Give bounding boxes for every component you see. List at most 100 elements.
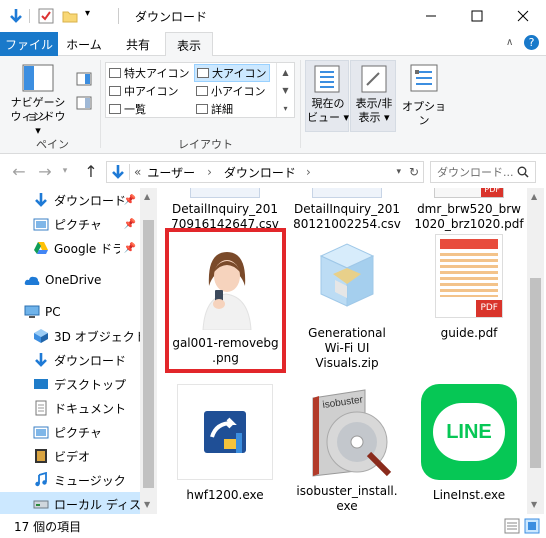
- show-hide-button[interactable]: 表示/非 表示 ▾: [350, 60, 396, 132]
- layout-group-label: レイアウト: [178, 138, 233, 151]
- quick-access-down-arrow-icon[interactable]: [8, 7, 24, 25]
- details-pane-icon[interactable]: [76, 96, 92, 110]
- scroll-up-icon[interactable]: ▲: [531, 192, 537, 201]
- back-button[interactable]: ←: [8, 160, 30, 182]
- documents-icon: [35, 400, 47, 416]
- file-name: gal001-removebg .png: [172, 336, 279, 365]
- properties-check-icon[interactable]: [38, 8, 54, 24]
- layout-list[interactable]: 一覧: [107, 100, 193, 118]
- onedrive-cloud-icon: [24, 276, 40, 285]
- file-item-isobuster-exe[interactable]: isobuster isobuster_install. exe: [287, 384, 407, 514]
- close-button[interactable]: [500, 0, 546, 32]
- layout-details[interactable]: 詳細: [194, 100, 270, 118]
- nav-item-label: ビデオ: [54, 449, 91, 464]
- file-item-png-highlighted[interactable]: gal001-removebg .png: [165, 228, 286, 373]
- nav-item-onedrive[interactable]: OneDrive: [0, 268, 140, 292]
- maximize-button[interactable]: [454, 0, 500, 32]
- breadcrumb-separator-icon[interactable]: ›: [207, 165, 212, 179]
- breadcrumb-separator-icon[interactable]: ›: [306, 165, 311, 179]
- nav-item-documents[interactable]: ドキュメント: [0, 396, 140, 420]
- pictures-icon: [33, 218, 49, 231]
- ribbon-view: ナビゲーション ウィンドウ ▾ ペイン 特大アイコン 大アイコン 中アイコン 小…: [0, 56, 546, 154]
- nav-item-pc-downloads[interactable]: ダウンロード: [0, 348, 140, 372]
- tab-share[interactable]: 共有: [112, 32, 164, 56]
- minimize-ribbon-chevron-icon[interactable]: ∧: [506, 37, 513, 48]
- exe-file-thumbnail: [177, 384, 273, 480]
- layout-small-icons[interactable]: 小アイコン: [194, 82, 270, 100]
- new-folder-icon[interactable]: [62, 8, 78, 24]
- nav-item-videos[interactable]: ビデオ: [0, 444, 140, 468]
- preview-pane-icon[interactable]: [76, 72, 92, 86]
- minimize-button[interactable]: [408, 0, 454, 32]
- large-icons-view-icon[interactable]: [524, 518, 540, 534]
- help-icon[interactable]: ?: [524, 35, 539, 50]
- file-item-csv-1[interactable]: DetailInquiry_201 70916142647.csv: [165, 188, 285, 232]
- tab-file[interactable]: ファイル: [0, 32, 58, 56]
- nav-item-pictures[interactable]: ピクチャ: [0, 420, 140, 444]
- file-item-line-installer[interactable]: LINE LineInst.exe: [409, 384, 527, 503]
- csv-file-icon: [190, 188, 260, 198]
- layout-scroll-buttons[interactable]: ▲ ▼ ▾: [276, 63, 294, 117]
- line-logo-text: LINE: [433, 403, 505, 461]
- layout-medium-icons[interactable]: 中アイコン: [107, 82, 193, 100]
- breadcrumb-users[interactable]: ユーザー: [147, 164, 195, 181]
- scroll-down-icon[interactable]: ▼: [144, 500, 150, 509]
- recent-locations-button[interactable]: ▾: [58, 160, 72, 182]
- pdf-file-icon: PDF: [434, 188, 504, 198]
- hidden-crumbs-chevron[interactable]: «: [134, 165, 141, 179]
- nav-item-google-drive[interactable]: Google ドライブ📌: [0, 236, 140, 260]
- google-drive-icon: [34, 242, 48, 254]
- nav-item-pc[interactable]: PC: [0, 300, 140, 324]
- file-item-pdf-manual[interactable]: PDF dmr_brw520_brw 1020_brz1020.pdf: [409, 188, 527, 232]
- nav-item-label: ローカル ディスク (C: [54, 497, 140, 512]
- tab-home[interactable]: ホーム: [58, 32, 110, 56]
- file-name: LineInst.exe: [432, 488, 506, 502]
- isobuster-box-icon: isobuster: [299, 384, 395, 480]
- file-item-zip[interactable]: Generational Wi-Fi UI Visuals.zip: [287, 234, 407, 371]
- file-item-hwf1200-exe[interactable]: hwf1200.exe: [165, 384, 285, 503]
- nav-item-quick-downloads[interactable]: ダウンロード 📌: [0, 188, 140, 212]
- scroll-up-icon[interactable]: ▲: [144, 192, 150, 201]
- address-bar[interactable]: « ユーザー › ダウンロード › ▾ ↻: [106, 161, 424, 183]
- local-disk-icon: [33, 500, 49, 509]
- layout-large-icons[interactable]: 大アイコン: [194, 64, 270, 82]
- nav-item-local-disk[interactable]: ローカル ディスク (C: [0, 492, 140, 514]
- nav-item-quick-pictures[interactable]: ピクチャ 📌: [0, 212, 140, 236]
- navigation-pane-button[interactable]: ナビゲーション ウィンドウ ▾: [6, 60, 70, 137]
- 3d-objects-icon: [34, 329, 48, 343]
- refresh-icon[interactable]: ↻: [409, 165, 419, 179]
- tab-view[interactable]: 表示: [165, 32, 213, 57]
- scrollbar-thumb[interactable]: [530, 278, 541, 468]
- scroll-down-icon[interactable]: ▼: [531, 500, 537, 509]
- layout-item-label: 大アイコン: [212, 67, 267, 80]
- extra-large-icons-icon: [109, 68, 121, 78]
- nav-item-desktop[interactable]: デスクトップ: [0, 372, 140, 396]
- nav-item-label: ドキュメント: [54, 401, 127, 416]
- nav-item-3d-objects[interactable]: 3D オブジェクト: [0, 324, 140, 348]
- file-item-csv-2[interactable]: DetailInquiry_201 80121002254.csv: [287, 188, 407, 232]
- customize-toolbar-dropdown-icon[interactable]: ▾: [85, 8, 90, 19]
- zip-archive-icon: [313, 234, 381, 318]
- up-button[interactable]: ↑: [80, 160, 102, 182]
- scrollbar-thumb[interactable]: [143, 220, 154, 488]
- divider: [129, 164, 130, 180]
- file-item-guide-pdf[interactable]: PDF guide.pdf: [409, 234, 527, 341]
- pin-icon: 📌: [123, 242, 136, 254]
- pictures-icon: [33, 426, 49, 439]
- file-list-scrollbar[interactable]: ▲ ▼: [527, 188, 544, 514]
- forward-button[interactable]: →: [34, 160, 56, 182]
- details-view-icon[interactable]: [504, 518, 520, 534]
- list-icon: [109, 104, 121, 114]
- search-box[interactable]: ダウンロード...: [430, 161, 536, 183]
- nav-pane-scrollbar[interactable]: ▲ ▼: [140, 188, 157, 514]
- download-arrow-icon: [35, 353, 47, 367]
- breadcrumb-downloads[interactable]: ダウンロード: [224, 164, 296, 181]
- nav-item-music[interactable]: ミュージック: [0, 468, 140, 492]
- layout-extra-large-icons[interactable]: 特大アイコン: [107, 64, 193, 82]
- address-history-dropdown-icon[interactable]: ▾: [396, 167, 401, 177]
- large-icons-icon: [197, 68, 209, 78]
- current-view-button[interactable]: 現在の ビュー ▾: [305, 60, 349, 132]
- navigation-pane: ダウンロード📌 ピクチャ📌 Google ドライブ📌 OneDrive PC 3…: [0, 188, 140, 514]
- medium-icons-icon: [109, 86, 121, 96]
- options-button[interactable]: オプション: [398, 60, 450, 132]
